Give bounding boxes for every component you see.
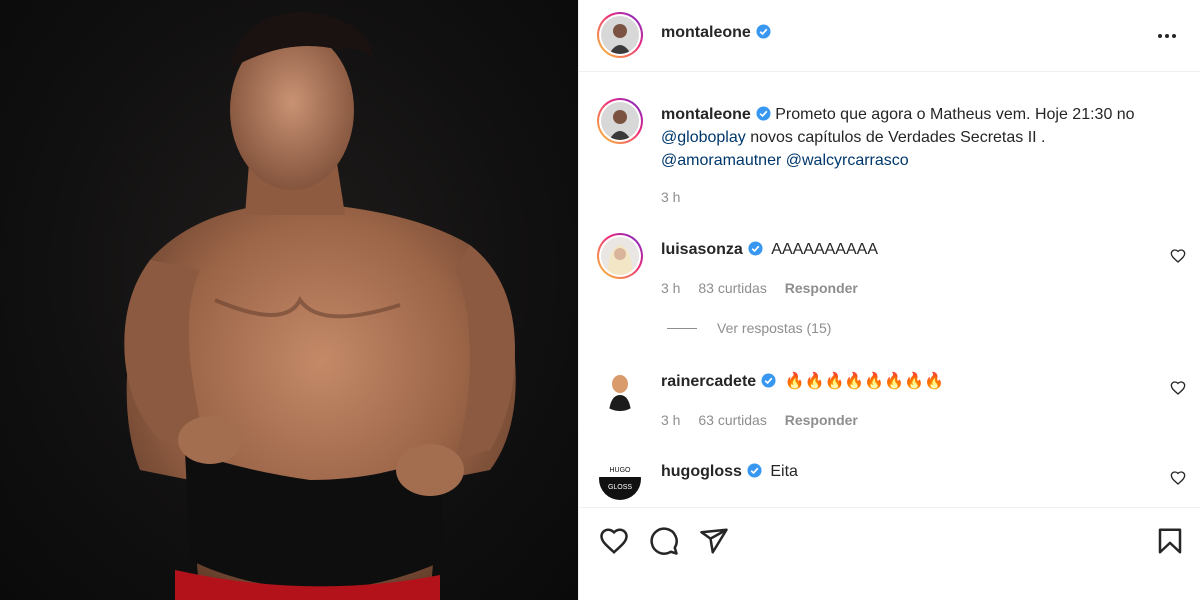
- caption-timestamp[interactable]: 3 h: [661, 189, 680, 205]
- comment-avatar[interactable]: [597, 365, 643, 411]
- hugogloss-logo-avatar: HUGO GLOSS: [597, 456, 643, 502]
- verified-badge-icon: [748, 241, 763, 256]
- replies-divider-line: [667, 327, 697, 329]
- verified-badge-icon: [756, 106, 771, 121]
- post-caption: montaleone Prometo que agora o Matheus v…: [661, 103, 1181, 172]
- comment-timestamp[interactable]: 3 h: [661, 280, 680, 296]
- paper-plane-icon[interactable]: [699, 526, 729, 556]
- heart-icon[interactable]: [599, 526, 629, 556]
- caption-author-avatar[interactable]: [597, 98, 643, 144]
- comment-timestamp[interactable]: 3 h: [661, 412, 680, 428]
- comment-likes-count[interactable]: 83 curtidas: [698, 280, 766, 296]
- comment-like-heart-icon[interactable]: [1170, 470, 1186, 486]
- mention-link[interactable]: @globoplay: [661, 129, 746, 146]
- verified-badge-icon: [761, 373, 776, 388]
- caption-meta: 3 h: [661, 189, 694, 205]
- reply-button[interactable]: Responder: [785, 280, 858, 296]
- comment-body: rainercadete 🔥🔥🔥🔥🔥🔥🔥🔥: [661, 370, 944, 393]
- view-replies-label: Ver respostas (15): [717, 320, 832, 336]
- post-image[interactable]: [0, 0, 578, 600]
- comment-text: AAAAAAAAAA: [771, 241, 878, 258]
- comment-text: Eita: [770, 463, 798, 480]
- comment-meta: 3 h 63 curtidas Responder: [661, 412, 872, 428]
- post-sidebar: montaleone montaleone Prometo que agora …: [578, 0, 1200, 600]
- verified-badge-icon: [756, 24, 771, 39]
- comment-avatar[interactable]: [597, 233, 643, 279]
- shirtless-man-photo: [124, 12, 516, 600]
- mention-link[interactable]: @amoramautner: [661, 152, 781, 169]
- post-header: montaleone: [579, 0, 1200, 72]
- comment-avatar[interactable]: HUGO GLOSS: [597, 456, 643, 502]
- comment-username[interactable]: hugogloss: [661, 463, 742, 480]
- avatar-photo: [601, 16, 639, 54]
- svg-text:GLOSS: GLOSS: [608, 484, 632, 491]
- avatar-photo: [601, 102, 639, 140]
- comment-like-heart-icon[interactable]: [1170, 248, 1186, 264]
- comment-icon[interactable]: [649, 526, 679, 556]
- avatar-photo: [601, 237, 639, 275]
- comment-username[interactable]: luisasonza: [661, 241, 743, 258]
- reply-button[interactable]: Responder: [785, 412, 858, 428]
- comment-meta: 3 h 83 curtidas Responder: [661, 280, 872, 296]
- comment-username[interactable]: rainercadete: [661, 373, 756, 390]
- caption-text-2: novos capítulos de Verdades Secretas II …: [745, 129, 1046, 146]
- mention-link[interactable]: @walcyrcarrasco: [786, 152, 909, 169]
- caption-username[interactable]: montaleone: [661, 106, 751, 123]
- author-username[interactable]: montaleone: [661, 24, 751, 41]
- bookmark-icon[interactable]: [1155, 526, 1185, 556]
- post-action-bar: [579, 507, 1200, 600]
- comment-body: hugogloss Eita: [661, 460, 798, 483]
- comment-text: 🔥🔥🔥🔥🔥🔥🔥🔥: [784, 373, 944, 390]
- view-replies-button[interactable]: Ver respostas (15): [667, 320, 831, 336]
- author-avatar[interactable]: [597, 12, 643, 58]
- caption-text-1: Prometo que agora o Matheus vem. Hoje 21…: [775, 106, 1135, 123]
- svg-text:HUGO: HUGO: [610, 467, 632, 474]
- more-options-icon[interactable]: [1155, 26, 1179, 46]
- comment-body: luisasonza AAAAAAAAAA: [661, 238, 878, 261]
- avatar-photo: [597, 365, 643, 411]
- comment-likes-count[interactable]: 63 curtidas: [698, 412, 766, 428]
- verified-badge-icon: [747, 463, 762, 478]
- comment-like-heart-icon[interactable]: [1170, 380, 1186, 396]
